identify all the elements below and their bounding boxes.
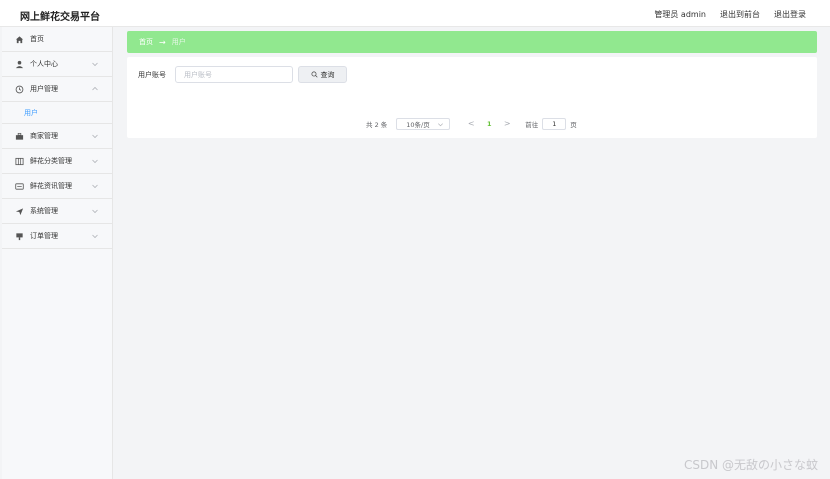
search-input[interactable] <box>175 66 293 83</box>
grid-icon <box>14 156 24 166</box>
chevron-down-icon <box>92 159 98 164</box>
sidebar: 首页 个人中心 用户管理 用户 商家管理 鲜花分类管理 鲜花资讯管理 系统管理 … <box>2 27 113 479</box>
breadcrumb-current: 用户 <box>171 38 186 46</box>
page-size-select[interactable]: 10条/页 <box>396 117 451 130</box>
prev-page-button[interactable]: < <box>463 119 479 128</box>
sidebar-subitem-users[interactable]: 用户 <box>2 102 112 124</box>
breadcrumb-separator: → <box>159 37 166 47</box>
page-number-1[interactable]: 1 <box>481 120 497 128</box>
home-icon <box>14 34 24 44</box>
sidebar-item-profile[interactable]: 个人中心 <box>2 52 112 77</box>
search-icon <box>311 71 318 78</box>
sidebar-item-label: 商家管理 <box>30 132 58 140</box>
sidebar-item-merchant-management[interactable]: 商家管理 <box>2 124 112 149</box>
sidebar-item-order-management[interactable]: 订单管理 <box>2 224 112 249</box>
user-icon <box>14 59 24 69</box>
current-user-label: 管理员 admin <box>654 10 706 19</box>
sidebar-item-label: 首页 <box>30 35 44 43</box>
back-to-frontend-link[interactable]: 退出到前台 <box>720 9 760 20</box>
send-icon <box>14 206 24 216</box>
sidebar-item-label: 鲜花资讯管理 <box>30 182 72 190</box>
sidebar-item-user-management[interactable]: 用户管理 <box>2 77 112 102</box>
sidebar-item-flower-news-management[interactable]: 鲜花资讯管理 <box>2 174 112 199</box>
goto-label: 前往 <box>525 120 539 129</box>
chevron-down-icon <box>92 184 98 189</box>
chevron-down-icon <box>438 122 444 126</box>
sidebar-item-label: 鲜花分类管理 <box>30 157 72 165</box>
sidebar-item-home[interactable]: 首页 <box>2 27 112 52</box>
goto-unit: 页 <box>570 120 577 129</box>
top-bar-actions: 管理员 admin 退出到前台 退出登录 <box>654 9 806 20</box>
chevron-down-icon <box>92 134 98 139</box>
card-icon <box>14 181 24 191</box>
page-size-value: 10条/页 <box>406 120 430 129</box>
search-button[interactable]: 查询 <box>298 66 347 83</box>
goods-icon <box>14 231 24 241</box>
watermark: CSDN @无敌の小さな蚊 <box>683 458 818 472</box>
chevron-down-icon <box>92 234 98 239</box>
sidebar-item-label: 用户管理 <box>30 85 58 93</box>
sidebar-item-label: 个人中心 <box>30 60 58 68</box>
search-label: 用户账号 <box>138 71 166 79</box>
clock-icon <box>14 84 24 94</box>
goto-page-input[interactable] <box>542 117 567 130</box>
chevron-down-icon <box>92 62 98 67</box>
chevron-up-icon <box>92 86 98 91</box>
site-title: 网上鲜花交易平台 <box>20 12 100 23</box>
top-bar: 网上鲜花交易平台 管理员 admin 退出到前台 退出登录 <box>0 0 830 27</box>
pagination: 共 2 条 10条/页 < 1 > 前往 页 <box>366 117 577 130</box>
search-button-label: 查询 <box>320 70 335 79</box>
logout-link[interactable]: 退出登录 <box>774 9 806 20</box>
sidebar-item-label: 订单管理 <box>30 232 58 240</box>
shop-icon <box>14 131 24 141</box>
pagination-total: 共 2 条 <box>366 120 388 129</box>
sidebar-item-system-management[interactable]: 系统管理 <box>2 199 112 224</box>
content-panel: 用户账号 查询 共 2 条 10条/页 < 1 > 前往 页 <box>127 57 817 138</box>
sidebar-item-label: 系统管理 <box>30 207 58 215</box>
next-page-button[interactable]: > <box>499 119 515 128</box>
sidebar-item-flower-category-management[interactable]: 鲜花分类管理 <box>2 149 112 174</box>
breadcrumb-home-link[interactable]: 首页 <box>139 37 153 47</box>
breadcrumb: 首页 → 用户 <box>127 31 817 53</box>
chevron-down-icon <box>92 209 98 214</box>
